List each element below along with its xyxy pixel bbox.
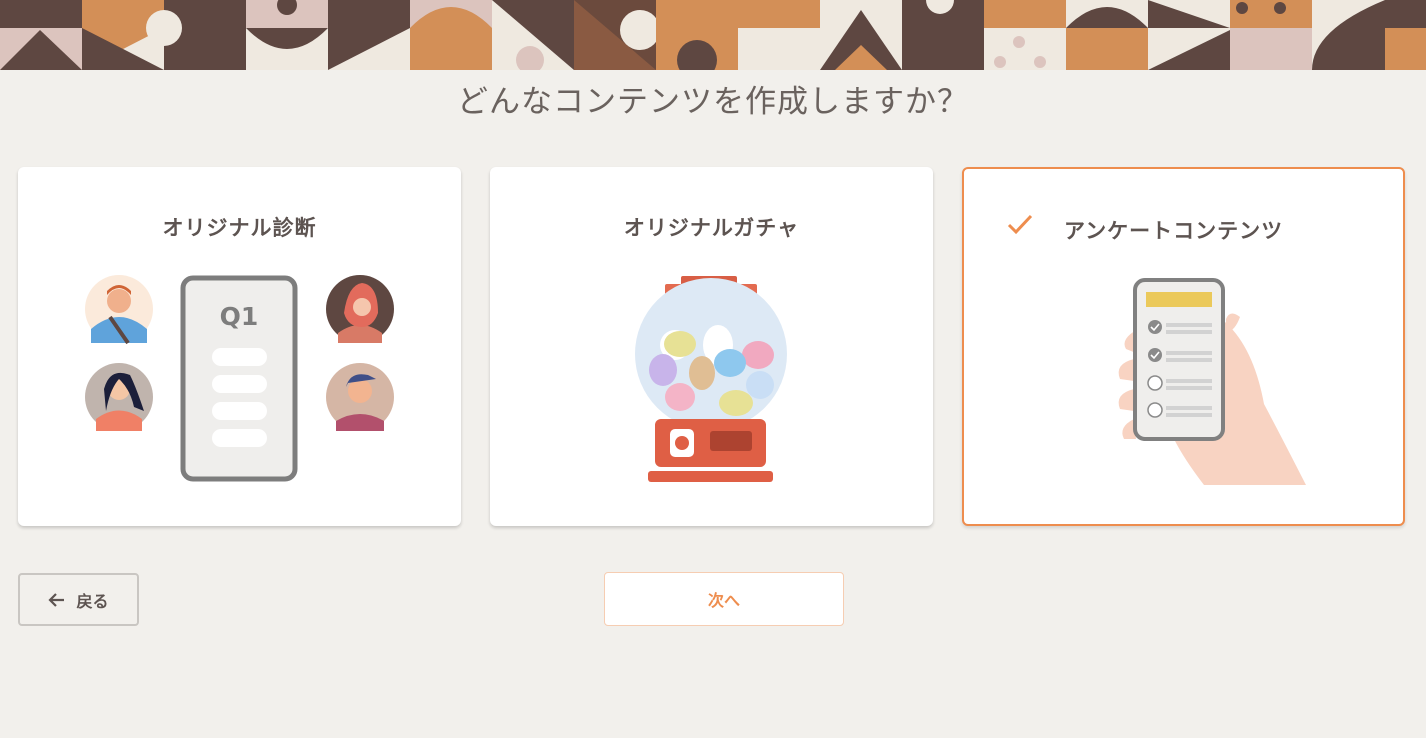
- next-button-label: 次へ: [707, 591, 740, 610]
- option-card-survey[interactable]: アンケートコンテンツ: [962, 167, 1405, 526]
- header-banner: [0, 0, 1426, 70]
- page-title: どんなコンテンツを作成しますか？: [457, 84, 969, 120]
- gacha-illustration: [635, 276, 787, 482]
- arrow-left-icon: [48, 592, 65, 607]
- avatar-icon: [85, 275, 153, 345]
- banner-pattern: [0, 0, 1426, 70]
- option-card-gacha[interactable]: オリジナルガチャ: [490, 167, 933, 526]
- back-button-label: 戻る: [76, 591, 109, 611]
- q1-label: Q1: [220, 302, 259, 331]
- survey-illustration: [1118, 278, 1306, 485]
- diagnosis-illustration: Q1: [85, 275, 394, 482]
- option-card-diagnosis[interactable]: オリジナル診断 Q1: [18, 167, 461, 526]
- next-button[interactable]: 次へ: [604, 572, 844, 626]
- avatar-icon: [85, 363, 153, 431]
- avatar-icon: [326, 363, 394, 431]
- avatar-icon: [326, 275, 394, 343]
- back-button[interactable]: 戻る: [18, 573, 139, 626]
